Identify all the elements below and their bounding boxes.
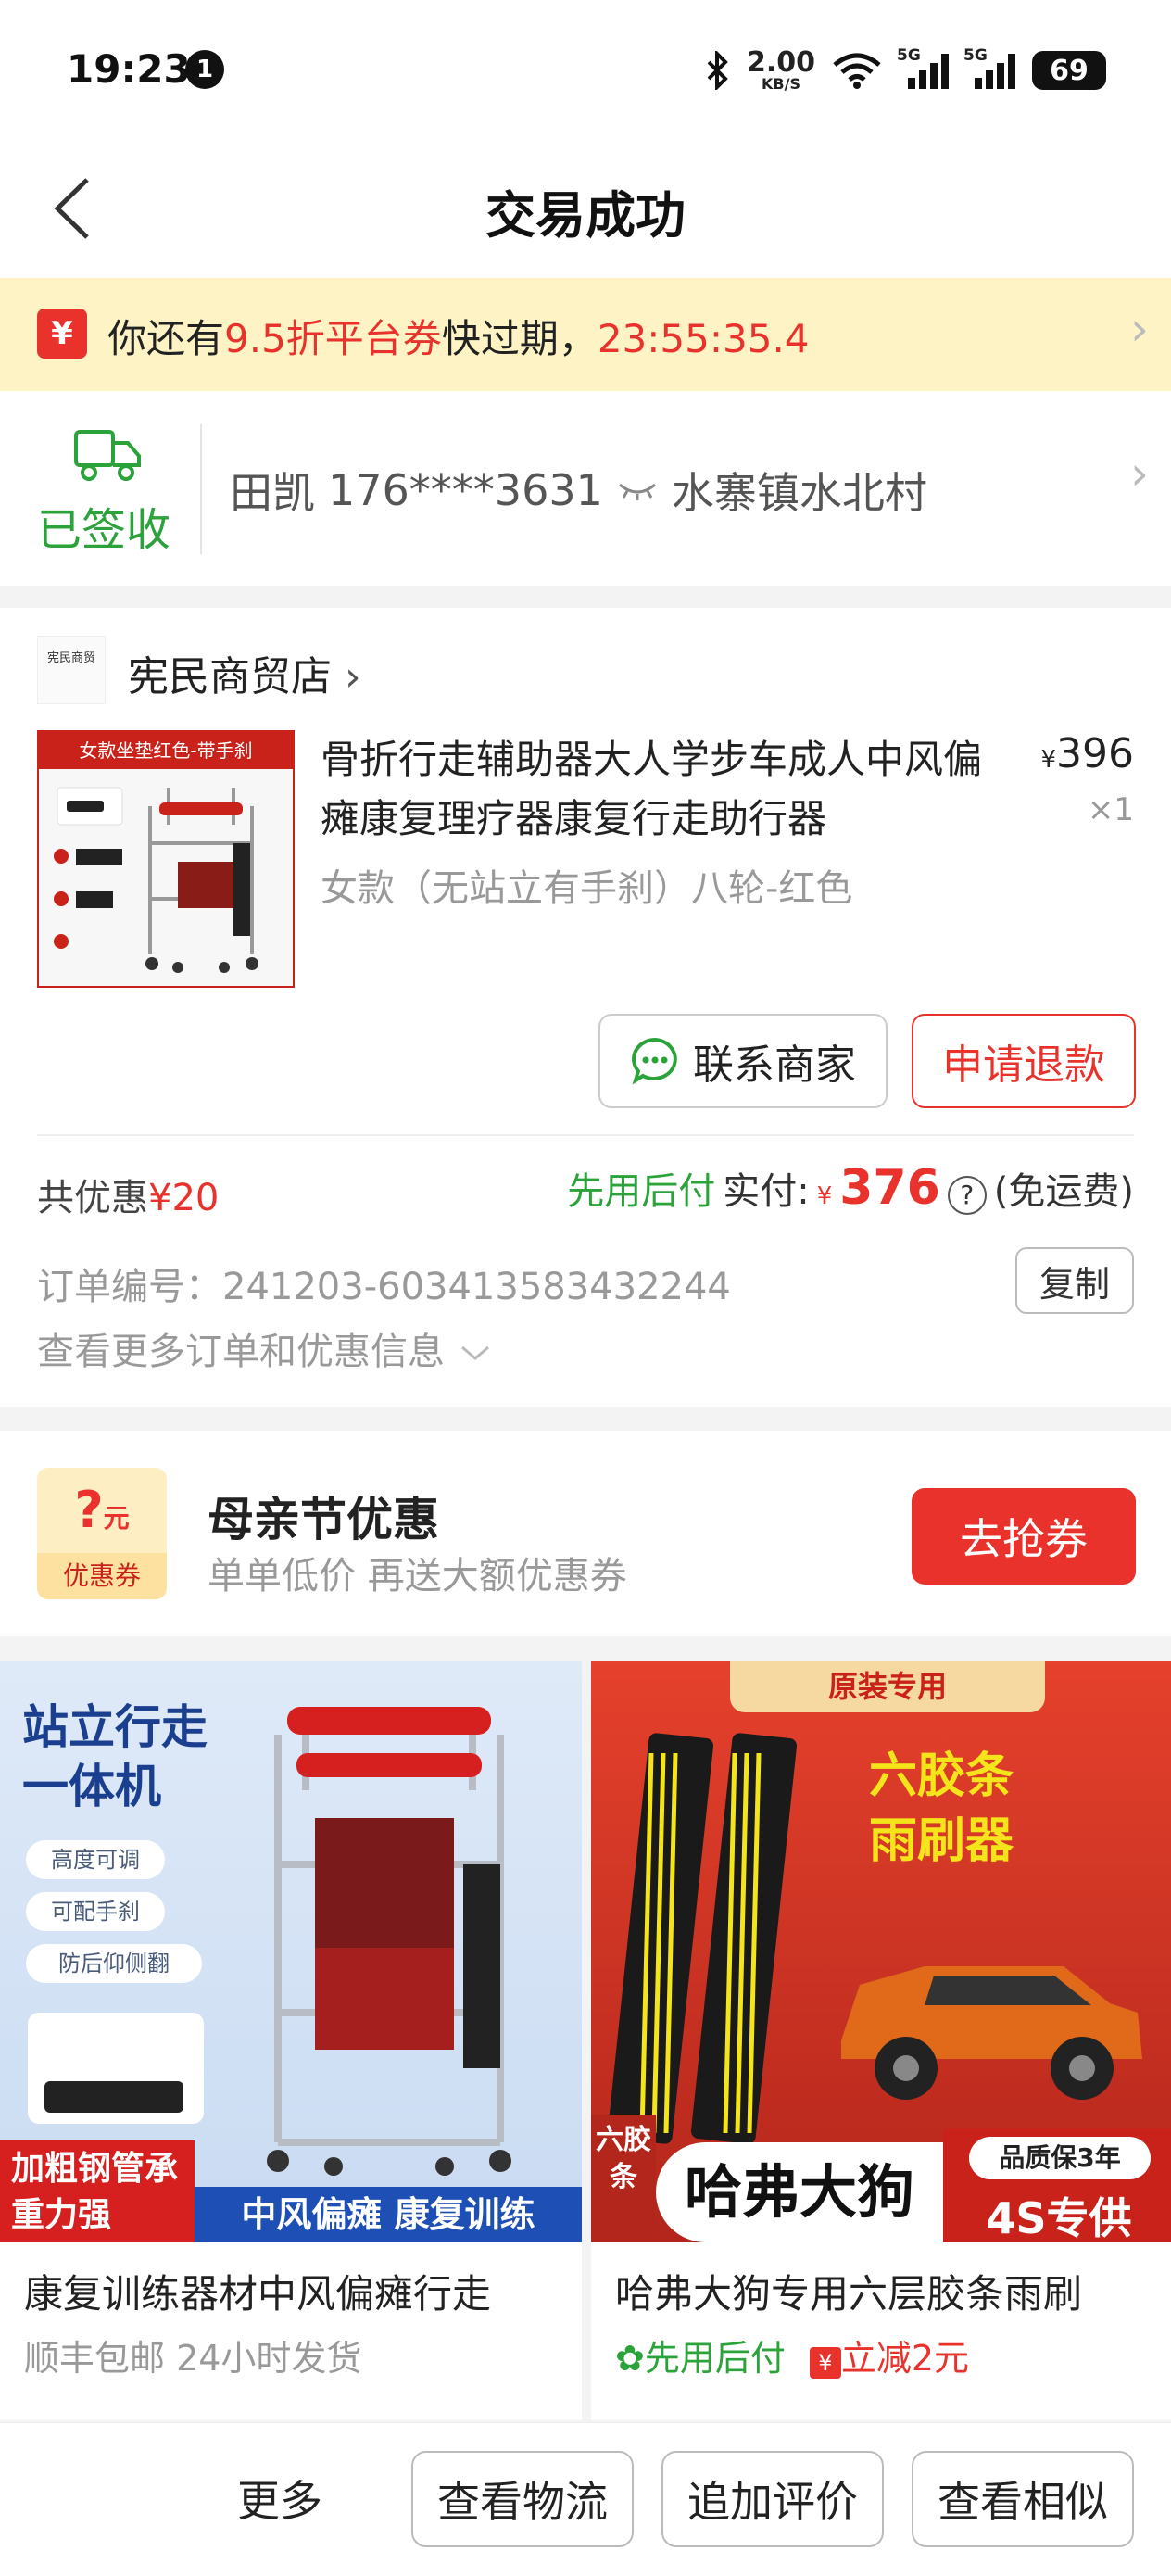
network-speed: 2.00 KB/S: [746, 46, 815, 93]
help-icon[interactable]: ?: [947, 1175, 987, 1215]
chat-icon: [632, 1037, 677, 1085]
coupon-icon: ¥: [37, 309, 87, 359]
total-discount: 共优惠¥20: [37, 1177, 220, 1219]
product-title[interactable]: 骨折行走辅助器大人学步车成人中风偏瘫康复理疗器康复行走助行器: [321, 730, 988, 849]
coupon-expiry-banner[interactable]: ¥ 你还有9.5折平台券快过期，23:55:35.4 ›: [0, 278, 1171, 391]
recommended-product-tags: ✿先用后付 ¥ 立减2元: [615, 2330, 969, 2380]
coupon-badge-icon: ?元 优惠券: [37, 1468, 167, 1599]
chevron-right-icon: ›: [1130, 302, 1149, 356]
promo-subtitle: 单单低价 再送大额优惠券: [208, 1555, 627, 1597]
recipient-name: 田凯: [230, 468, 315, 518]
promo-title: 母亲节优惠: [208, 1493, 439, 1547]
grab-coupon-button[interactable]: 去抢券: [912, 1488, 1136, 1585]
order-card: 宪民商贸 宪民商贸店 › 女款坐垫红色-带手刹 骨折行走辅助器大人学步车成人中风…: [0, 608, 1171, 1407]
bluetooth-icon: [707, 51, 728, 90]
product-image: 原装专用 六胶条雨刷器 六胶条 哈弗大狗 品质保3年 4S专供: [591, 1661, 1171, 2242]
recommended-product-card[interactable]: 站立行走一体机 高度可调 可配手刹 防后仰侧翻 加粗钢管承重力强 中风偏瘫 康复…: [0, 1661, 582, 2420]
recommended-product-subtitle: 顺丰包邮 24小时发货: [24, 2338, 362, 2379]
more-order-info-toggle[interactable]: 查看更多订单和优惠信息: [37, 1321, 494, 1375]
divider: [200, 424, 202, 554]
recommended-product-card[interactable]: 原装专用 六胶条雨刷器 六胶条 哈弗大狗 品质保3年 4S专供 哈弗大狗专用六层…: [591, 1661, 1171, 2420]
recipient-info: 田凯 176****3631 水寨镇水北村: [230, 460, 927, 521]
mothers-day-promo: ?元 优惠券 母亲节优惠 单单低价 再送大额优惠券 去抢券: [0, 1431, 1171, 1636]
divider: [37, 1134, 1134, 1136]
recipient-phone: 176****3631: [328, 465, 603, 515]
status-icons: 2.00 KB/S 5G 5G 69: [706, 44, 1106, 96]
wiper-blades-illustration: [610, 1733, 798, 2144]
recommended-product-title: 哈弗大狗专用六层胶条雨刷: [615, 2271, 1083, 2317]
eye-closed-icon[interactable]: [616, 479, 659, 501]
clock: 19:23: [67, 46, 191, 92]
cellular-signal-icon-2: 5G: [963, 46, 1015, 89]
chevron-down-icon: [460, 1345, 489, 1360]
pay-later-tag: ✿先用后付: [615, 2338, 786, 2379]
page-title: 交易成功: [485, 186, 686, 245]
request-refund-button[interactable]: 申请退款: [912, 1014, 1136, 1108]
product-price: ¥396: [1040, 730, 1134, 777]
product-image: 站立行走一体机 高度可调 可配手刹 防后仰侧翻 加粗钢管承重力强 中风偏瘫 康复…: [0, 1661, 582, 2242]
product-image[interactable]: 女款坐垫红色-带手刹: [37, 730, 295, 988]
coupon-expiry-text: 你还有9.5折平台券快过期，23:55:35.4: [107, 316, 810, 361]
countdown: 23:55:35.4: [597, 316, 810, 361]
add-review-button[interactable]: 追加评价: [661, 2451, 884, 2547]
order-number: 订单编号：241203-603413583432244: [37, 1266, 731, 1308]
more-button[interactable]: 更多: [237, 2468, 322, 2529]
wifi-icon: [833, 53, 881, 89]
discount-tag: ¥ 立减2元: [809, 2330, 969, 2380]
view-logistics-button[interactable]: 查看物流: [411, 2451, 634, 2547]
shop-logo[interactable]: 宪民商贸: [37, 636, 106, 704]
view-similar-button[interactable]: 查看相似: [912, 2451, 1134, 2547]
chevron-right-icon: ›: [1130, 447, 1149, 500]
status-bar: 19:23 1 2.00 KB/S 5G 5G 69: [0, 0, 1171, 139]
recommended-product-title: 康复训练器材中风偏瘫行走: [24, 2271, 492, 2317]
paid-amount: 先用后付 实付: ¥ 376 ? (免运费): [567, 1160, 1134, 1216]
cellular-signal-icon: 5G: [897, 46, 949, 89]
delivery-status: 已签收: [37, 504, 171, 556]
recipient-address: 水寨镇水北村: [671, 468, 927, 518]
delivery-truck-icon: [74, 430, 141, 481]
suv-illustration: [841, 1966, 1142, 2100]
notification-count-badge: 1: [185, 50, 224, 89]
bottom-action-bar: 更多 查看物流 追加评价 查看相似: [0, 2422, 1171, 2576]
product-spec: 女款（无站立有手刹）八轮-红色: [321, 867, 853, 910]
walker-illustration: [267, 1707, 511, 2176]
pay-later-label: 先用后付: [567, 1170, 716, 1213]
product-quantity: ×1: [1087, 791, 1134, 828]
delivery-address-card[interactable]: 已签收 田凯 176****3631 水寨镇水北村 ›: [0, 391, 1171, 586]
copy-button[interactable]: 复制: [1015, 1247, 1134, 1314]
battery-icon: 69: [1032, 51, 1106, 90]
contact-seller-button[interactable]: 联系商家: [598, 1014, 888, 1108]
nav-bar: 交易成功: [0, 139, 1171, 278]
shop-name-link[interactable]: 宪民商贸店 ›: [128, 643, 361, 702]
walker-illustration: [54, 787, 258, 973]
